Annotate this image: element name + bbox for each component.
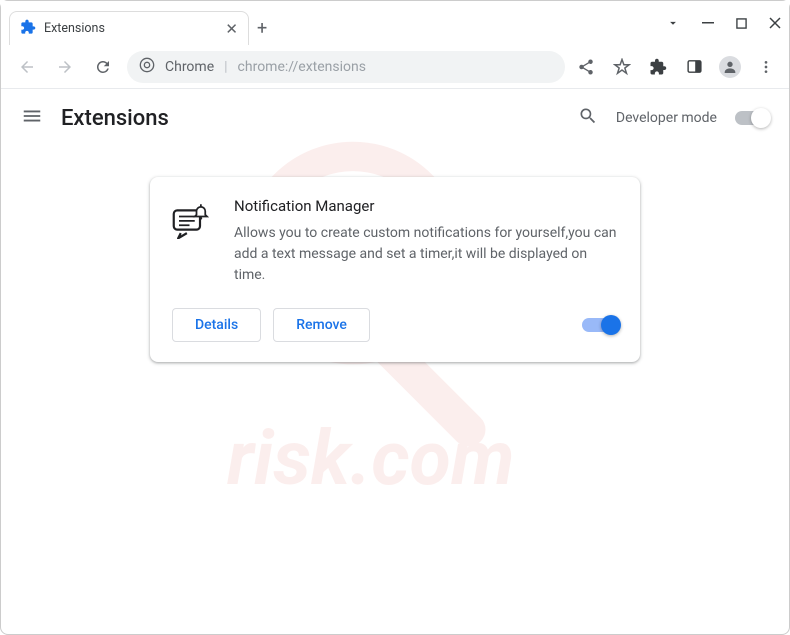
menu-dots-icon[interactable] bbox=[755, 56, 777, 78]
extensions-puzzle-icon[interactable] bbox=[647, 56, 669, 78]
maximize-icon[interactable] bbox=[736, 18, 747, 29]
sidepanel-icon[interactable] bbox=[683, 56, 705, 78]
page-title: Extensions bbox=[61, 106, 169, 131]
extension-card: Notification Manager Allows you to creat… bbox=[150, 177, 640, 362]
chevron-down-icon[interactable] bbox=[666, 16, 680, 30]
svg-text:risk.com: risk.com bbox=[227, 415, 514, 503]
new-tab-button[interactable]: + bbox=[257, 11, 267, 45]
profile-avatar-icon[interactable] bbox=[719, 56, 741, 78]
hamburger-menu-icon[interactable] bbox=[21, 105, 43, 131]
chrome-logo-icon bbox=[139, 57, 155, 77]
extension-puzzle-icon bbox=[20, 19, 36, 39]
tab-title: Extensions bbox=[44, 21, 105, 36]
close-tab-icon[interactable]: ✕ bbox=[225, 20, 238, 38]
extension-description: Allows you to create custom notification… bbox=[234, 223, 618, 286]
extension-enabled-toggle[interactable] bbox=[582, 318, 618, 332]
search-icon[interactable] bbox=[578, 106, 598, 130]
minimize-icon[interactable] bbox=[702, 17, 714, 29]
extension-name: Notification Manager bbox=[234, 197, 618, 215]
remove-button[interactable]: Remove bbox=[273, 308, 370, 342]
reload-button[interactable] bbox=[89, 53, 117, 81]
developer-mode-toggle[interactable] bbox=[735, 111, 769, 125]
address-bar[interactable]: Chrome | chrome://extensions bbox=[127, 51, 565, 83]
back-button[interactable] bbox=[13, 53, 41, 81]
address-path: chrome://extensions bbox=[238, 59, 366, 75]
notification-icon bbox=[172, 197, 214, 286]
details-button[interactable]: Details bbox=[172, 308, 261, 342]
share-icon[interactable] bbox=[575, 56, 597, 78]
developer-mode-label: Developer mode bbox=[616, 110, 717, 126]
bookmark-star-icon[interactable] bbox=[611, 56, 633, 78]
close-window-icon[interactable] bbox=[769, 17, 781, 29]
forward-button[interactable] bbox=[51, 53, 79, 81]
address-origin: Chrome bbox=[165, 59, 214, 75]
browser-tab[interactable]: Extensions ✕ bbox=[9, 11, 249, 45]
